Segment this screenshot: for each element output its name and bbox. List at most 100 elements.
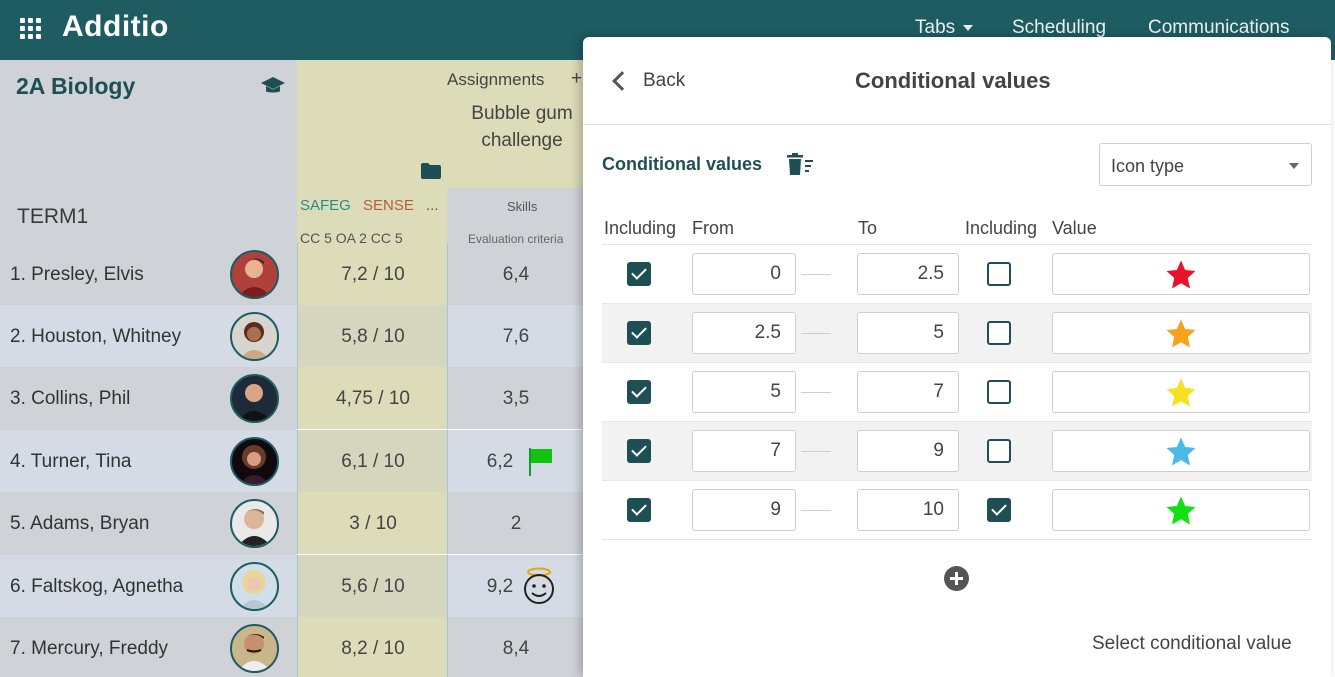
- including-to-checkbox[interactable]: [987, 321, 1011, 345]
- student-name[interactable]: 7. Mercury, Freddy: [10, 638, 168, 660]
- student-row[interactable]: 6,1 / 10 6,2 4. Turner, Tina: [0, 430, 583, 492]
- value-selector[interactable]: [1052, 430, 1310, 472]
- col-value: Value: [1052, 218, 1097, 238]
- avatar[interactable]: [230, 562, 279, 611]
- to-input[interactable]: [857, 312, 959, 354]
- grade-cell[interactable]: 6,1 / 10: [297, 430, 447, 492]
- value-selector[interactable]: [1052, 489, 1310, 531]
- skill-cell[interactable]: 9,2: [447, 555, 583, 617]
- student-name[interactable]: 2. Houston, Whitney: [10, 326, 181, 348]
- to-input[interactable]: [857, 253, 959, 295]
- avatar[interactable]: [230, 250, 279, 299]
- avatar[interactable]: [230, 624, 279, 673]
- skill-cell[interactable]: 2: [447, 492, 583, 554]
- avatar[interactable]: [230, 312, 279, 361]
- avatar[interactable]: [230, 499, 279, 548]
- folder-icon[interactable]: [421, 163, 441, 179]
- delete-list-icon[interactable]: [786, 153, 814, 175]
- student-row[interactable]: 7,2 / 10 6,4 1. Presley, Elvis: [0, 243, 583, 305]
- add-assignment-button[interactable]: +: [571, 68, 582, 90]
- student-row[interactable]: 4,75 / 10 3,5 3. Collins, Phil: [0, 367, 583, 429]
- grade-cell[interactable]: 8,2 / 10: [297, 617, 447, 677]
- including-from-checkbox[interactable]: [627, 439, 651, 463]
- competency-sense[interactable]: SENSE: [363, 197, 414, 214]
- student-name[interactable]: 6. Faltskog, Agnetha: [10, 576, 183, 598]
- star-icon: [1166, 319, 1196, 348]
- apps-grid-icon[interactable]: [20, 18, 42, 40]
- class-title[interactable]: 2A Biology: [16, 73, 135, 100]
- skill-cell[interactable]: 8,4: [447, 617, 583, 677]
- including-to-checkbox[interactable]: [987, 380, 1011, 404]
- student-name[interactable]: 3. Collins, Phil: [10, 388, 130, 410]
- to-input[interactable]: [857, 371, 959, 413]
- skill-cell[interactable]: 7,6: [447, 305, 583, 367]
- competency-safeg[interactable]: SAFEG: [300, 197, 351, 214]
- skill-cell[interactable]: 3,5: [447, 367, 583, 429]
- conditional-values-panel: Back Conditional values Conditional valu…: [583, 37, 1331, 677]
- term-label: TERM1: [17, 205, 89, 228]
- skills-label: Skills: [507, 199, 538, 214]
- grade-value: 5,6 / 10: [341, 576, 405, 597]
- value-selector[interactable]: [1052, 312, 1310, 354]
- range-dash: [801, 392, 831, 393]
- icon-type-value: Icon type: [1111, 156, 1185, 176]
- star-icon: [1166, 260, 1196, 289]
- section-title: Conditional values: [602, 154, 763, 174]
- including-to-checkbox[interactable]: [987, 262, 1011, 286]
- from-input[interactable]: [692, 312, 796, 354]
- range-dash: [801, 510, 831, 511]
- student-row[interactable]: 5,8 / 10 7,6 2. Houston, Whitney: [0, 305, 583, 367]
- student-row[interactable]: 5,6 / 10 9,2 6. Faltskog, Agnetha: [0, 555, 583, 617]
- nav-communications[interactable]: Communications: [1148, 17, 1290, 39]
- grade-cell[interactable]: 7,2 / 10: [297, 243, 447, 305]
- student-row[interactable]: 8,2 / 10 8,4 7. Mercury, Freddy: [0, 617, 583, 677]
- skill-value: 2: [510, 513, 522, 534]
- including-to-checkbox[interactable]: [987, 439, 1011, 463]
- student-name[interactable]: 5. Adams, Bryan: [10, 513, 149, 535]
- nav-scheduling[interactable]: Scheduling: [1012, 17, 1106, 39]
- student-name[interactable]: 1. Presley, Elvis: [10, 264, 144, 286]
- skill-cell[interactable]: 6,4: [447, 243, 583, 305]
- graduation-cap-icon[interactable]: [260, 76, 286, 96]
- competency-more[interactable]: ...: [426, 197, 439, 214]
- col-from: From: [692, 218, 734, 238]
- including-from-checkbox[interactable]: [627, 321, 651, 345]
- including-from-checkbox[interactable]: [627, 498, 651, 522]
- from-input[interactable]: [692, 489, 796, 531]
- value-selector[interactable]: [1052, 253, 1310, 295]
- from-input[interactable]: [692, 371, 796, 413]
- icon-type-select[interactable]: Icon type: [1099, 143, 1312, 186]
- grade-cell[interactable]: 5,8 / 10: [297, 305, 447, 367]
- conditional-row: [602, 363, 1312, 422]
- angel-emoji-icon: [524, 567, 554, 604]
- col-to: To: [858, 218, 878, 238]
- back-button[interactable]: Back: [609, 65, 685, 97]
- including-from-checkbox[interactable]: [627, 380, 651, 404]
- range-dash: [801, 274, 831, 275]
- to-input[interactable]: [857, 489, 959, 531]
- avatar[interactable]: [230, 437, 279, 486]
- col-including-to: Including: [965, 218, 1038, 238]
- from-input[interactable]: [692, 430, 796, 472]
- nav-tabs[interactable]: Tabs: [915, 17, 974, 39]
- grade-cell[interactable]: 5,6 / 10: [297, 555, 447, 617]
- conditional-row: [602, 245, 1312, 304]
- avatar[interactable]: [230, 374, 279, 423]
- nav-tabs-label: Tabs: [915, 17, 956, 38]
- panel-title: Conditional values: [855, 68, 1051, 93]
- from-input[interactable]: [692, 253, 796, 295]
- including-to-checkbox[interactable]: [987, 498, 1011, 522]
- including-from-checkbox[interactable]: [627, 262, 651, 286]
- grade-cell[interactable]: 4,75 / 10: [297, 367, 447, 429]
- value-selector[interactable]: [1052, 371, 1310, 413]
- skill-value: 3,5: [502, 388, 530, 409]
- student-name[interactable]: 4. Turner, Tina: [10, 451, 131, 473]
- add-condition-button[interactable]: [944, 566, 969, 591]
- skill-cell[interactable]: 6,2: [447, 430, 583, 492]
- select-conditional-value-link[interactable]: Select conditional value: [1092, 633, 1292, 655]
- app-title: Additio: [62, 10, 169, 43]
- to-input[interactable]: [857, 430, 959, 472]
- student-row[interactable]: 3 / 10 2 5. Adams, Bryan: [0, 492, 583, 554]
- grade-cell[interactable]: 3 / 10: [297, 492, 447, 554]
- assignment-title[interactable]: Bubble gum challenge: [455, 100, 589, 154]
